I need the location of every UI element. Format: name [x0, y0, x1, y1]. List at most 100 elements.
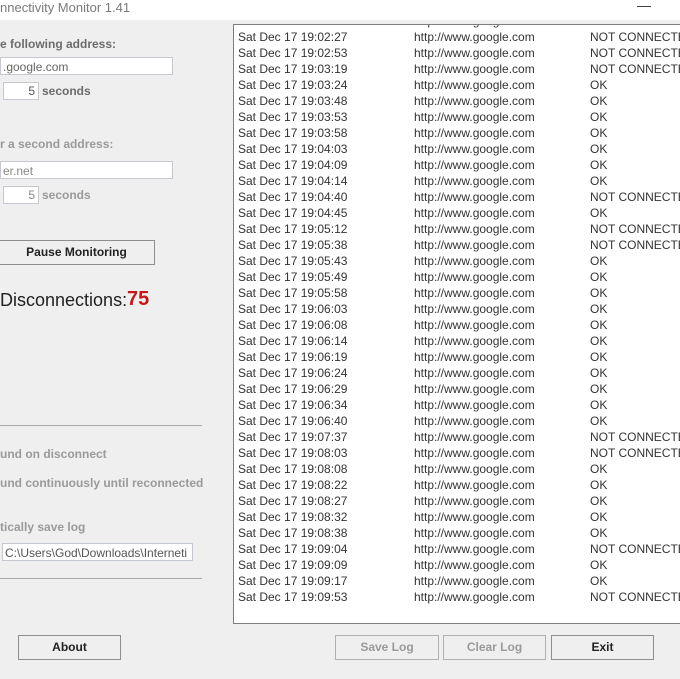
log-row: Sat Dec 17 19:06:19 http://www.google.com… [234, 349, 680, 365]
log-row: Sat Dec 17 19:05:12 http://www.google.com… [234, 221, 680, 237]
log-status: OK [590, 158, 608, 172]
log-row: Sat Dec 17 19:04:45 http://www.google.com… [234, 205, 680, 221]
log-row: Sat Dec 17 19:05:38 http://www.google.com… [234, 237, 680, 253]
disconnections-count: 75 [127, 288, 150, 310]
log-timestamp: Sat Dec 17 19:06:34 [238, 398, 348, 412]
log-row: Sat Dec 17 19:06:03 http://www.google.com… [234, 301, 680, 317]
log-timestamp: Sat Dec 17 19:07:37 [238, 430, 348, 444]
log-timestamp: Sat Dec 17 19:03:58 [238, 126, 348, 140]
log-status: OK [590, 142, 608, 156]
save-log-button[interactable]: Save Log [335, 635, 439, 660]
log-row: Sat Dec 17 19:08:08 http://www.google.com… [234, 461, 680, 477]
log-timestamp: Sat Dec 17 19:02:27 [238, 30, 348, 44]
log-status: OK [590, 78, 608, 92]
connection-log[interactable]: Sat Dec 17 19:02:00http://www.google.com… [233, 24, 680, 624]
log-row: Sat Dec 17 19:09:09 http://www.google.com… [234, 557, 680, 573]
log-timestamp: Sat Dec 17 19:06:14 [238, 334, 348, 348]
secondary-interval-unit: seconds [42, 188, 91, 202]
secondary-interval-spinner[interactable]: 5 [3, 186, 39, 204]
primary-address-input[interactable]: .google.com [0, 57, 173, 75]
log-status: OK [590, 270, 608, 284]
secondary-address-input[interactable]: er.net [0, 161, 173, 179]
log-address: http://www.google.com [414, 62, 535, 76]
minimize-icon[interactable]: — [636, 0, 652, 12]
log-timestamp: Sat Dec 17 19:08:08 [238, 462, 348, 476]
log-timestamp: Sat Dec 17 19:03:48 [238, 94, 348, 108]
log-address: http://www.google.com [414, 334, 535, 348]
log-timestamp: Sat Dec 17 19:08:22 [238, 478, 348, 492]
log-status: NOT CONNECTED [590, 30, 680, 44]
log-address: http://www.google.com [414, 526, 535, 540]
log-address: http://www.google.com [414, 510, 535, 524]
log-timestamp: Sat Dec 17 19:04:40 [238, 190, 348, 204]
primary-address-label: e following address: [0, 37, 117, 51]
log-address: http://www.google.com [414, 110, 535, 124]
log-row: Sat Dec 17 19:04:03 http://www.google.com… [234, 141, 680, 157]
log-row: Sat Dec 17 19:03:24 http://www.google.com… [234, 77, 680, 93]
log-status: OK [590, 494, 608, 508]
exit-button[interactable]: Exit [551, 635, 654, 660]
title-bar: nnectivity Monitor 1.41 — [0, 0, 680, 20]
log-timestamp: Sat Dec 17 19:04:09 [238, 158, 348, 172]
sound-continuously-option[interactable]: und continuously until reconnected [0, 476, 203, 490]
about-button[interactable]: About [18, 635, 121, 660]
log-address: http://www.google.com [414, 398, 535, 412]
log-path-input[interactable]: C:\Users\God\Downloads\Interneti [2, 543, 193, 561]
log-status: OK [590, 574, 608, 588]
log-row: Sat Dec 17 19:02:53 http://www.google.com… [234, 45, 680, 61]
log-status: NOT CONNECTED [590, 46, 680, 60]
log-row: Sat Dec 17 19:04:09 http://www.google.com… [234, 157, 680, 173]
log-row: Sat Dec 17 19:04:40 http://www.google.com… [234, 189, 680, 205]
disconnections-label: Disconnections: [0, 290, 128, 310]
log-timestamp: Sat Dec 17 19:06:03 [238, 302, 348, 316]
log-row: Sat Dec 17 19:05:58 http://www.google.com… [234, 285, 680, 301]
log-status: OK [590, 174, 608, 188]
log-row: Sat Dec 17 19:02:27 http://www.google.com… [234, 29, 680, 45]
sound-on-disconnect-option[interactable]: und on disconnect [0, 447, 107, 461]
log-status: OK [590, 462, 608, 476]
log-address: http://www.google.com [414, 318, 535, 332]
log-timestamp: Sat Dec 17 19:06:40 [238, 414, 348, 428]
log-address: http://www.google.com [414, 382, 535, 396]
log-status: OK [590, 126, 608, 140]
log-address: http://www.google.com [414, 126, 535, 140]
log-row: Sat Dec 17 19:06:08 http://www.google.com… [234, 317, 680, 333]
log-status: OK [590, 350, 608, 364]
log-status: OK [590, 526, 608, 540]
log-row: Sat Dec 17 19:06:14 http://www.google.com… [234, 333, 680, 349]
log-address: http://www.google.com [414, 494, 535, 508]
log-timestamp: Sat Dec 17 19:05:58 [238, 286, 348, 300]
log-row: Sat Dec 17 19:09:04 http://www.google.com… [234, 541, 680, 557]
log-timestamp: Sat Dec 17 19:08:38 [238, 526, 348, 540]
log-row: Sat Dec 17 19:08:22 http://www.google.com… [234, 477, 680, 493]
log-timestamp: Sat Dec 17 19:09:09 [238, 558, 348, 572]
log-status: OK [590, 382, 608, 396]
log-address: http://www.google.com [414, 254, 535, 268]
log-row: Sat Dec 17 19:08:38 http://www.google.com… [234, 525, 680, 541]
log-address: http://www.google.com [414, 414, 535, 428]
log-status: OK [590, 478, 608, 492]
log-timestamp: Sat Dec 17 19:04:03 [238, 142, 348, 156]
log-address: http://www.google.com [414, 302, 535, 316]
log-status: NOT CONNECTED [590, 430, 680, 444]
log-address: http://www.google.com [414, 590, 535, 604]
log-row: Sat Dec 17 19:06:24 http://www.google.com… [234, 365, 680, 381]
log-address: http://www.google.com [414, 158, 535, 172]
log-row: Sat Dec 17 19:08:32 http://www.google.com… [234, 509, 680, 525]
log-address: http://www.google.com [414, 574, 535, 588]
pause-monitoring-button[interactable]: Pause Monitoring [0, 240, 155, 265]
log-row: Sat Dec 17 19:06:40 http://www.google.com… [234, 413, 680, 429]
log-timestamp: Sat Dec 17 19:03:24 [238, 78, 348, 92]
primary-interval-spinner[interactable]: 5 [3, 82, 39, 100]
log-row: Sat Dec 17 19:09:17 http://www.google.com… [234, 573, 680, 589]
clear-log-button[interactable]: Clear Log [443, 635, 546, 660]
log-row: Sat Dec 17 19:04:14 http://www.google.com… [234, 173, 680, 189]
auto-save-log-option[interactable]: tically save log [0, 520, 85, 534]
log-row: Sat Dec 17 19:03:48 http://www.google.com… [234, 93, 680, 109]
log-address: http://www.google.com [414, 286, 535, 300]
log-timestamp: Sat Dec 17 19:05:49 [238, 270, 348, 284]
log-timestamp: Sat Dec 17 19:06:19 [238, 350, 348, 364]
log-address: http://www.google.com [414, 542, 535, 556]
secondary-address-label: r a second address: [0, 137, 114, 151]
log-timestamp: Sat Dec 17 19:09:17 [238, 574, 348, 588]
